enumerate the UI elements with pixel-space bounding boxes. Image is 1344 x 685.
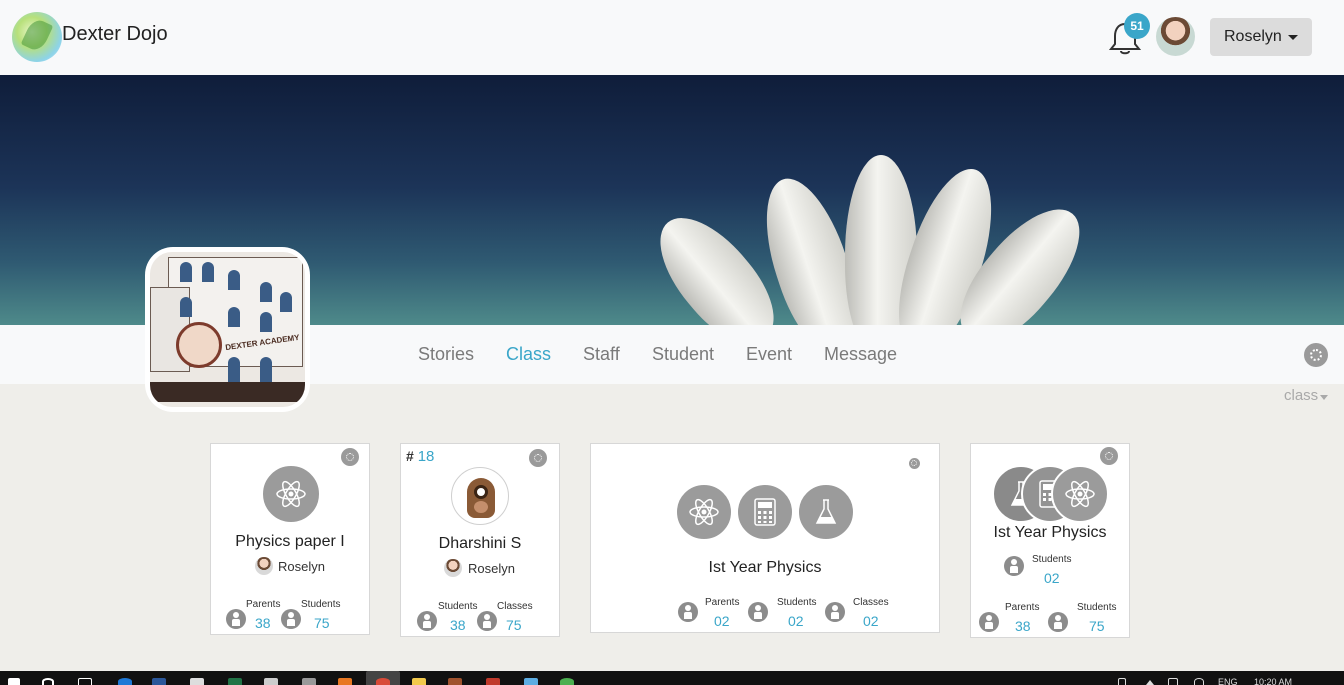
school-sign — [176, 322, 222, 368]
card-settings-gear-icon[interactable] — [1100, 447, 1118, 465]
owner-avatar — [444, 559, 462, 577]
flask-icon — [797, 483, 855, 541]
app-icon[interactable] — [338, 678, 352, 685]
class-filter-dropdown[interactable]: class — [1284, 387, 1329, 404]
students-icon — [1048, 612, 1068, 632]
tab-stories[interactable]: Stories — [418, 344, 474, 365]
app-icon[interactable] — [560, 678, 574, 685]
class-group-card[interactable]: Ist Year Physics Parents 02 Students 02 … — [590, 443, 940, 633]
stat-value: 02 — [863, 613, 879, 629]
card-owner: Roselyn — [278, 559, 325, 574]
card-title: Ist Year Physics — [708, 559, 822, 576]
card-owner: Roselyn — [468, 561, 515, 576]
stat-label: Classes — [853, 597, 889, 608]
stat-value: 02 — [788, 613, 804, 629]
user-menu-button[interactable]: Roselyn — [1210, 18, 1312, 56]
edge-browser-icon[interactable] — [118, 678, 132, 685]
store-icon[interactable] — [190, 678, 204, 685]
student-avatar — [451, 467, 509, 525]
classes-icon — [825, 602, 845, 622]
stat-value: 75 — [506, 617, 522, 633]
tab-class[interactable]: Class — [506, 344, 551, 365]
app-icon[interactable] — [448, 678, 462, 685]
students-icon — [281, 609, 301, 629]
top-navbar: Dexter Dojo 51 Roselyn — [0, 0, 1344, 75]
atom-icon — [675, 483, 733, 541]
chrome-icon[interactable] — [376, 678, 390, 685]
atom-icon — [1051, 465, 1109, 523]
stat-label: Parents — [1005, 602, 1040, 613]
card-title: Dharshini S — [438, 535, 522, 552]
stat-label: Students — [438, 601, 478, 612]
tray-chevron-icon[interactable] — [1146, 680, 1154, 685]
card-settings-gear-icon[interactable] — [341, 448, 359, 466]
settings-gear-icon[interactable] — [1304, 343, 1328, 367]
search-icon[interactable] — [42, 678, 54, 685]
tab-event[interactable]: Event — [746, 344, 792, 365]
user-avatar[interactable] — [1156, 17, 1195, 56]
system-clock[interactable]: 10:20 AM — [1254, 677, 1292, 685]
classes-icon — [477, 611, 497, 631]
file-explorer-icon[interactable] — [412, 678, 426, 685]
stat-label: Parents — [246, 599, 281, 610]
task-view-icon[interactable] — [78, 678, 92, 685]
parents-icon — [226, 609, 246, 629]
language-indicator[interactable]: ENG — [1218, 677, 1238, 685]
card-title: Physics paper I — [235, 533, 345, 550]
windows-start-icon[interactable] — [8, 678, 20, 685]
stat-label: Students — [1032, 554, 1072, 565]
stat-value: 02 — [714, 613, 730, 629]
stat-label: Students — [777, 597, 817, 608]
stat-label: Classes — [497, 601, 533, 612]
network-icon[interactable] — [1194, 678, 1204, 685]
excel-icon[interactable] — [228, 678, 242, 685]
stat-value: 38 — [1015, 618, 1031, 634]
stat-label: Students — [301, 599, 341, 610]
stat-value: 75 — [1089, 618, 1105, 634]
parents-icon — [979, 612, 999, 632]
stat-value: 38 — [255, 615, 271, 631]
tab-student[interactable]: Student — [652, 344, 714, 365]
school-profile-image[interactable]: DEXTER ACADEMY — [145, 247, 310, 412]
students-icon — [417, 611, 437, 631]
app-icon[interactable] — [524, 678, 538, 685]
stat-label: Parents — [705, 597, 740, 608]
app-icon[interactable] — [302, 678, 316, 685]
students-icon — [748, 602, 768, 622]
card-settings-gear-icon[interactable] — [529, 449, 547, 467]
brand-name[interactable]: Dexter Dojo — [62, 23, 168, 46]
tab-message[interactable]: Message — [824, 344, 897, 365]
notification-count-badge[interactable]: 51 — [1124, 13, 1150, 39]
stat-label: Students — [1077, 602, 1117, 613]
dexter-dojo-logo[interactable] — [12, 12, 62, 62]
card-settings-gear-icon[interactable] — [909, 458, 920, 469]
stat-value: 02 — [1044, 570, 1060, 586]
people-icon[interactable] — [1118, 678, 1126, 685]
stat-value: 38 — [450, 617, 466, 633]
student-id: # 18 — [406, 448, 435, 465]
atom-icon — [261, 464, 321, 524]
class-card[interactable]: Physics paper I Roselyn Parents 38 Stude… — [210, 443, 370, 635]
calculator-icon — [736, 483, 794, 541]
student-card[interactable]: # 18 Dharshini S Roselyn Students 38 Cla… — [400, 443, 560, 637]
word-icon[interactable] — [152, 678, 166, 685]
tab-staff[interactable]: Staff — [583, 344, 620, 365]
app-icon[interactable] — [486, 678, 500, 685]
card-title: Ist Year Physics — [993, 524, 1107, 541]
stat-value: 75 — [314, 615, 330, 631]
owner-avatar — [255, 557, 273, 575]
app-icon[interactable] — [264, 678, 278, 685]
parents-icon — [678, 602, 698, 622]
volume-icon[interactable] — [1168, 678, 1178, 685]
students-icon — [1004, 556, 1024, 576]
class-group-card[interactable]: Ist Year Physics Students 02 Parents 38 … — [970, 443, 1130, 638]
